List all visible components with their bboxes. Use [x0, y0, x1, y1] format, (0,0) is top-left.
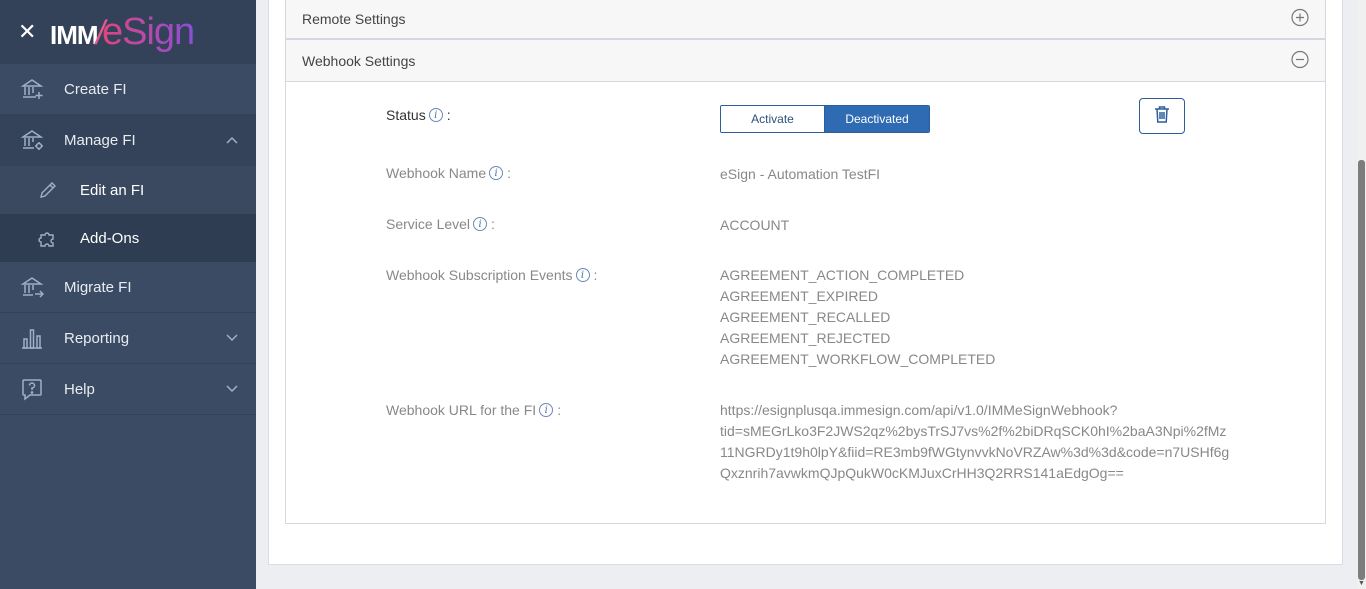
label-colon: : [593, 267, 598, 283]
status-label: Status i : [386, 107, 451, 123]
sidebar-subitem-add-ons[interactable]: Add-Ons [0, 214, 256, 262]
logo-imm: IMM [50, 19, 99, 50]
expand-plus-icon[interactable] [1291, 8, 1309, 30]
deactivated-button[interactable]: Deactivated [825, 106, 929, 132]
sidebar-item-label: Manage FI [64, 131, 136, 149]
sidebar-item-create-fi[interactable]: Create FI [0, 64, 256, 115]
webhook-name-value: eSign - Automation TestFI [720, 166, 881, 182]
webhook-name-label-text: Webhook Name [386, 165, 487, 181]
url-line: tid=sMEGrLko3F2JWS2qz%2bysTrSJ7vs%2f%2bi… [720, 423, 1227, 439]
chevron-up-icon [226, 131, 238, 149]
label-colon: : [491, 216, 495, 232]
delete-webhook-button[interactable] [1139, 98, 1185, 134]
info-icon[interactable]: i [539, 403, 554, 417]
chevron-down-icon [226, 380, 238, 398]
url-line: 11NGRDy1t9h0lpY&fiid=RE3mb9fWGtynvvkNoVR… [720, 444, 1230, 460]
subscription-events-label-text: Webhook Subscription Events [386, 267, 573, 283]
sidebar-item-label: Create FI [64, 80, 127, 98]
trash-icon [1154, 105, 1170, 128]
webhook-name-label: Webhook Name i : [386, 165, 511, 181]
service-level-value: ACCOUNT [720, 217, 790, 233]
webhook-url-label-text: Webhook URL for the FI [386, 402, 537, 418]
bank-plus-icon [20, 77, 44, 101]
panel-title: Remote Settings [302, 11, 406, 27]
subscription-events-list: AGREEMENT_ACTION_COMPLETED AGREEMENT_EXP… [720, 265, 995, 370]
brand-header: ✕ IMM / eSign [0, 0, 256, 64]
sidebar: ✕ IMM / eSign Create FI Manage FI Edit a… [0, 0, 256, 589]
event-item: AGREEMENT_RECALLED [720, 309, 891, 325]
webhook-url-value: https://esignplusqa.immesign.com/api/v1.… [720, 400, 1240, 484]
sidebar-item-manage-fi[interactable]: Manage FI [0, 115, 256, 166]
panel-title: Webhook Settings [302, 52, 416, 69]
app-logo: IMM / eSign [50, 10, 195, 54]
status-label-text: Status [386, 107, 426, 123]
activate-button[interactable]: Activate [721, 106, 825, 132]
webhook-settings-header[interactable]: Webhook Settings [286, 40, 1325, 82]
service-level-label: Service Level i : [386, 216, 495, 232]
subscription-events-label: Webhook Subscription Events i : [386, 267, 597, 283]
help-icon [20, 377, 44, 401]
event-item: AGREEMENT_EXPIRED [720, 288, 878, 304]
sidebar-item-reporting[interactable]: Reporting [0, 313, 256, 364]
collapse-minus-icon[interactable] [1291, 50, 1309, 71]
webhook-url-label: Webhook URL for the FI i : [386, 402, 561, 418]
sidebar-item-label: Reporting [64, 329, 130, 347]
event-item: AGREEMENT_WORKFLOW_COMPLETED [720, 351, 996, 367]
status-toggle: Activate Deactivated [720, 105, 930, 133]
sidebar-subitem-label: Edit an FI [80, 181, 145, 199]
scrollbar-thumb[interactable] [1358, 160, 1365, 580]
remote-settings-header[interactable]: Remote Settings [286, 0, 1325, 38]
bank-gear-icon [20, 128, 44, 152]
url-line: Qxznrih7avwkmQJpQukW0cKMJuxCrHH3Q2RRS141… [720, 465, 1124, 481]
sidebar-item-label: Migrate FI [64, 278, 132, 296]
sidebar-subitem-edit-fi[interactable]: Edit an FI [0, 166, 256, 214]
page-scrollbar[interactable]: ▼ [1357, 0, 1366, 589]
info-icon[interactable]: i [575, 268, 590, 282]
label-colon: : [507, 165, 512, 181]
info-icon[interactable]: i [489, 166, 504, 180]
remote-settings-panel: Remote Settings [285, 0, 1326, 39]
info-icon[interactable]: i [428, 108, 443, 122]
close-icon[interactable]: ✕ [18, 21, 38, 43]
bar-chart-icon [20, 326, 44, 350]
sidebar-subitem-label: Add-Ons [80, 229, 140, 247]
info-icon[interactable]: i [473, 217, 488, 231]
event-item: AGREEMENT_REJECTED [720, 330, 891, 346]
service-level-label-text: Service Level [386, 216, 471, 232]
sidebar-item-migrate-fi[interactable]: Migrate FI [0, 262, 256, 313]
sidebar-item-label: Help [64, 380, 95, 398]
label-colon: : [557, 402, 562, 418]
event-item: AGREEMENT_ACTION_COMPLETED [720, 267, 965, 283]
puzzle-icon [38, 228, 58, 248]
pencil-icon [38, 180, 58, 200]
sidebar-item-help[interactable]: Help [0, 364, 256, 415]
bank-arrow-icon [20, 275, 44, 299]
scroll-down-arrow-icon[interactable]: ▼ [1358, 580, 1365, 587]
logo-esign: eSign [102, 10, 195, 53]
url-line: https://esignplusqa.immesign.com/api/v1.… [720, 402, 1118, 418]
label-colon: : [446, 107, 451, 123]
chevron-down-icon [226, 329, 238, 347]
